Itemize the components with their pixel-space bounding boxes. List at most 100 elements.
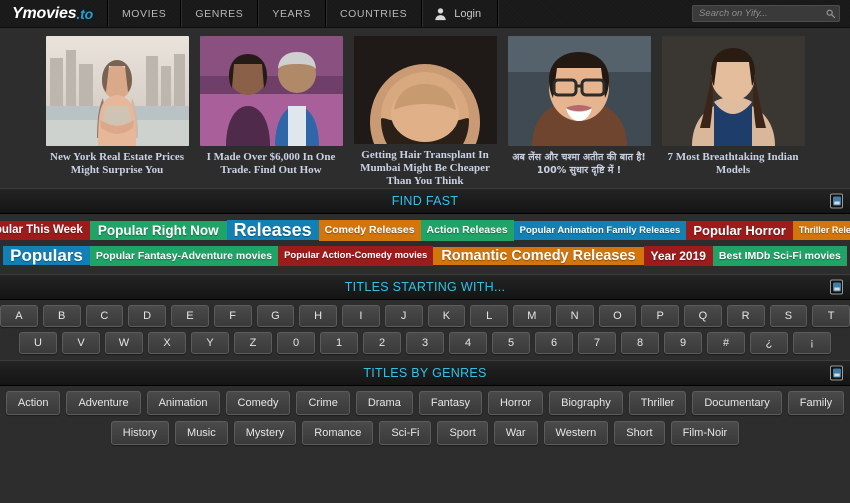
ad-caption[interactable]: I Made Over $6,000 In One Trade. Find Ou… (197, 151, 345, 177)
letter-button-w[interactable]: W (105, 332, 143, 354)
letter-button-i[interactable]: I (342, 305, 380, 327)
site-logo[interactable]: Ymovies .to (0, 0, 108, 27)
genre-button-adventure[interactable]: Adventure (66, 391, 141, 415)
genre-button-romance[interactable]: Romance (302, 421, 374, 445)
tag-best-imdb-scifi-movies[interactable]: Best IMDb Sci-Fi movies (712, 245, 847, 266)
letter-button-y[interactable]: Y (191, 332, 229, 354)
letter-button-p[interactable]: P (641, 305, 679, 327)
ad-thumbnail[interactable] (199, 36, 343, 146)
ad-thumbnail[interactable] (45, 36, 189, 146)
tag-popular-right-now[interactable]: Popular Right Now (89, 220, 227, 240)
collapse-icon[interactable] (830, 365, 843, 381)
search-input[interactable] (699, 8, 826, 19)
search-box[interactable] (692, 5, 840, 22)
tag-year-2019[interactable]: Year 2019 (643, 245, 713, 266)
ad-item[interactable]: अब लेंस और चश्मा अतीत की बात है! 100% सु… (505, 36, 653, 188)
genre-button-war[interactable]: War (493, 421, 538, 445)
letter-button-hash[interactable]: # (707, 332, 745, 354)
ad-item[interactable]: New York Real Estate Prices Might Surpri… (43, 36, 191, 188)
genre-button-western[interactable]: Western (543, 421, 609, 445)
nav-item-years[interactable]: YEARS (258, 0, 326, 27)
ad-caption[interactable]: Getting Hair Transplant In Mumbai Might … (351, 149, 499, 188)
genre-button-sport[interactable]: Sport (437, 421, 488, 445)
tag-popular-fantasy-adventure[interactable]: Popular Fantasy-Adventure movies (89, 245, 279, 266)
ad-item[interactable]: 7 Most Breathtaking Indian Models (659, 36, 807, 188)
letter-button-e[interactable]: E (171, 305, 209, 327)
tag-releases[interactable]: Releases (226, 220, 319, 241)
ad-thumbnail[interactable] (507, 36, 651, 146)
genre-button-mystery[interactable]: Mystery (233, 421, 297, 445)
genre-button-biography[interactable]: Biography (549, 391, 623, 415)
letter-button-inverted-question[interactable]: ¿ (750, 332, 788, 354)
letter-button-z[interactable]: Z (234, 332, 272, 354)
genre-button-music[interactable]: Music (175, 421, 228, 445)
letter-button-l[interactable]: L (470, 305, 508, 327)
genre-button-animation[interactable]: Animation (146, 391, 220, 415)
genre-button-film-noir[interactable]: Film-Noir (670, 421, 740, 445)
letter-button-c[interactable]: C (85, 305, 124, 327)
letter-button-x[interactable]: X (148, 332, 186, 354)
letter-button-m[interactable]: M (513, 305, 551, 327)
letter-button-o[interactable]: O (598, 305, 637, 327)
letter-button-2[interactable]: 2 (363, 332, 401, 354)
tag-popular-horror[interactable]: Popular Horror (686, 220, 793, 240)
ad-item[interactable]: Getting Hair Transplant In Mumbai Might … (351, 36, 499, 188)
letter-button-9[interactable]: 9 (664, 332, 702, 354)
letter-button-7[interactable]: 7 (578, 332, 616, 354)
letter-button-n[interactable]: N (555, 305, 594, 327)
genre-button-drama[interactable]: Drama (355, 391, 413, 415)
genre-button-family[interactable]: Family (787, 391, 845, 415)
letter-button-d[interactable]: D (128, 305, 166, 327)
ad-thumbnail[interactable] (353, 36, 497, 144)
genre-button-scifi[interactable]: Sci-Fi (379, 421, 432, 445)
letter-button-v[interactable]: V (62, 332, 100, 354)
letter-button-b[interactable]: B (42, 305, 81, 327)
letter-button-g[interactable]: G (256, 305, 295, 327)
letter-button-r[interactable]: R (726, 305, 765, 327)
genre-button-short[interactable]: Short (614, 421, 665, 445)
genre-button-thriller[interactable]: Thriller (628, 391, 687, 415)
tag-comedy-releases[interactable]: Comedy Releases (318, 220, 421, 241)
ad-item[interactable]: I Made Over $6,000 In One Trade. Find Ou… (197, 36, 345, 188)
search-icon[interactable] (826, 5, 835, 23)
letter-button-k[interactable]: K (427, 305, 466, 327)
letter-button-s[interactable]: S (769, 305, 808, 327)
genre-button-horror[interactable]: Horror (487, 391, 544, 415)
ad-caption[interactable]: 7 Most Breathtaking Indian Models (659, 151, 807, 177)
ad-caption[interactable]: New York Real Estate Prices Might Surpri… (43, 151, 191, 177)
letter-button-a[interactable]: A (0, 305, 38, 327)
genre-button-documentary[interactable]: Documentary (692, 391, 782, 415)
collapse-icon[interactable] (830, 279, 843, 295)
letter-button-t[interactable]: T (812, 305, 850, 327)
nav-item-genres[interactable]: GENRES (181, 0, 259, 27)
tag-thriller-releases[interactable]: Thriller Releases (792, 220, 850, 240)
letter-button-1[interactable]: 1 (320, 332, 358, 354)
letter-button-4[interactable]: 4 (449, 332, 487, 354)
tag-action-releases[interactable]: Action Releases (420, 220, 514, 241)
tag-romantic-comedy-releases[interactable]: Romantic Comedy Releases (433, 246, 644, 265)
letter-button-u[interactable]: U (19, 332, 57, 354)
letter-button-0[interactable]: 0 (277, 332, 315, 354)
nav-item-countries[interactable]: COUNTRIES (326, 0, 423, 27)
letter-button-q[interactable]: Q (684, 305, 722, 327)
login-button[interactable]: Login (422, 0, 499, 27)
letter-button-8[interactable]: 8 (621, 332, 659, 354)
letter-button-j[interactable]: J (384, 305, 423, 327)
letter-button-6[interactable]: 6 (535, 332, 573, 354)
ad-thumbnail[interactable] (661, 36, 805, 146)
genre-button-crime[interactable]: Crime (296, 391, 350, 415)
genre-button-fantasy[interactable]: Fantasy (418, 391, 482, 415)
letter-button-5[interactable]: 5 (492, 332, 530, 354)
letter-button-3[interactable]: 3 (406, 332, 444, 354)
letter-button-f[interactable]: F (213, 305, 252, 327)
tag-popular-action-comedy[interactable]: Popular Action-Comedy movies (278, 246, 434, 266)
ad-caption[interactable]: अब लेंस और चश्मा अतीत की बात है! 100% सु… (505, 151, 653, 177)
letter-button-inverted-exclaim[interactable]: ¡ (793, 332, 831, 354)
genre-button-history[interactable]: History (110, 421, 170, 445)
nav-item-movies[interactable]: MOVIES (108, 0, 182, 27)
tag-populars[interactable]: Populars (3, 246, 90, 266)
letter-button-h[interactable]: H (299, 305, 337, 327)
tag-popular-this-week[interactable]: Popular This Week (0, 220, 90, 240)
collapse-icon[interactable] (830, 193, 843, 209)
genre-button-comedy[interactable]: Comedy (225, 391, 291, 415)
